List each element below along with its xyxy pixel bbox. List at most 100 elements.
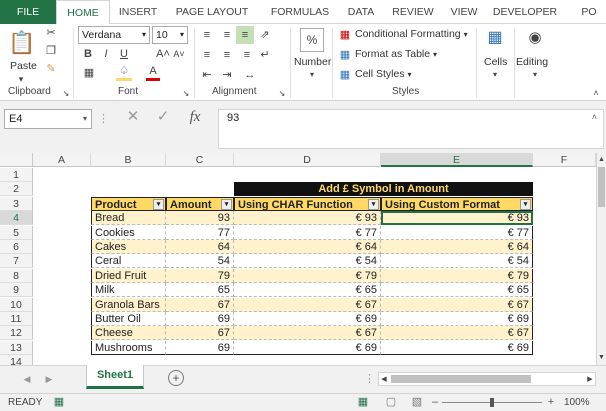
tab-insert[interactable]: INSERT: [112, 0, 164, 24]
format-as-table-icon[interactable]: ▦: [338, 48, 352, 62]
page-layout-view-icon[interactable]: ▢: [384, 395, 398, 409]
filter-dropdown-icon[interactable]: ▾: [520, 198, 531, 210]
paste-icon[interactable]: 📋: [8, 28, 35, 58]
table-cell[interactable]: Ceral: [91, 254, 166, 269]
table-cell[interactable]: 79: [166, 268, 234, 283]
increase-font-icon[interactable]: A˄: [156, 47, 170, 61]
table-cell[interactable]: € 77: [234, 225, 381, 240]
tab-home[interactable]: HOME: [56, 0, 110, 25]
table-cell[interactable]: 69: [166, 312, 234, 326]
paste-button[interactable]: Paste: [10, 60, 37, 72]
tab-review[interactable]: REVIEW: [386, 0, 440, 24]
table-cell[interactable]: € 67: [381, 326, 533, 341]
percent-icon[interactable]: %: [300, 28, 324, 52]
filter-dropdown-icon[interactable]: ▾: [153, 198, 164, 210]
row-header[interactable]: 8: [0, 268, 33, 283]
table-cell[interactable]: Bread: [91, 211, 166, 226]
column-header[interactable]: B: [91, 153, 166, 167]
zoom-level[interactable]: 100%: [564, 397, 590, 408]
chevron-down-icon[interactable]: ▾: [489, 68, 501, 82]
cut-icon[interactable]: ✂: [44, 26, 58, 40]
cells-button[interactable]: Cells: [484, 56, 507, 68]
table-cell[interactable]: 67: [166, 326, 234, 341]
row-header[interactable]: 12: [0, 326, 33, 341]
table-cell[interactable]: € 69: [234, 312, 381, 326]
more-options-icon[interactable]: ⋮: [364, 372, 375, 386]
table-cell[interactable]: Milk: [91, 283, 166, 298]
table-cell[interactable]: € 79: [381, 268, 533, 283]
normal-view-icon[interactable]: ▦: [356, 395, 370, 409]
increase-indent-icon[interactable]: ⇥: [220, 68, 234, 82]
italic-icon[interactable]: I: [100, 47, 112, 61]
table-cell[interactable]: 54: [166, 254, 234, 269]
insert-function-icon[interactable]: fx: [184, 110, 206, 125]
column-header[interactable]: D: [234, 153, 381, 167]
table-cell[interactable]: € 54: [234, 254, 381, 269]
table-header-cell[interactable]: Using Custom Format ▾: [381, 196, 533, 211]
cell-styles-button[interactable]: Cell Styles ▾: [355, 68, 412, 80]
dialog-launcher-icon[interactable]: ↘: [62, 87, 70, 101]
table-cell[interactable]: € 65: [234, 283, 381, 298]
table-cell[interactable]: Butter Oil: [91, 312, 166, 326]
name-box[interactable]: E4 ▾: [4, 109, 92, 129]
table-cell[interactable]: Cheese: [91, 326, 166, 341]
dialog-launcher-icon[interactable]: ↘: [278, 87, 286, 101]
row-header[interactable]: 13: [0, 340, 33, 355]
tab-page-layout[interactable]: PAGE LAYOUT: [166, 0, 258, 24]
row-header[interactable]: 4: [0, 211, 33, 226]
align-middle-icon[interactable]: ≡: [220, 28, 234, 42]
table-header-cell[interactable]: Amount ▾: [166, 196, 234, 211]
table-cell[interactable]: € 69: [381, 312, 533, 326]
confirm-icon[interactable]: ✓: [154, 109, 172, 124]
table-cell[interactable]: 77: [166, 225, 234, 240]
chevron-down-icon[interactable]: ▾: [306, 68, 318, 82]
table-header-cell[interactable]: Product ▾: [91, 196, 166, 211]
worksheet-grid[interactable]: A B C D E F 1 2 3 4 5 6 7 8 9 10 11 12 13 14 Add £ Sy…: [0, 153, 606, 370]
formula-input[interactable]: 93 ˄: [218, 109, 604, 149]
filter-dropdown-icon[interactable]: ▾: [368, 198, 379, 210]
zoom-slider-thumb[interactable]: [490, 398, 494, 407]
table-cell[interactable]: 69: [166, 340, 234, 355]
more-options-icon[interactable]: ⋮: [98, 112, 109, 126]
cancel-icon[interactable]: ✕: [124, 109, 142, 124]
table-cell[interactable]: 64: [166, 240, 234, 254]
align-right-icon[interactable]: ≡: [240, 48, 254, 62]
tab-view[interactable]: VIEW: [444, 0, 484, 24]
scroll-left-icon[interactable]: ◀: [379, 373, 389, 387]
table-cell[interactable]: € 54: [381, 254, 533, 269]
scroll-left-icon[interactable]: ◀: [22, 372, 32, 386]
font-size-select[interactable]: 10 ▾: [152, 26, 188, 44]
expand-formula-icon[interactable]: ˄: [592, 112, 597, 122]
wrap-text-icon[interactable]: ↵: [258, 48, 272, 62]
row-header[interactable]: 3: [0, 196, 33, 211]
zoom-in-icon[interactable]: +: [546, 395, 556, 409]
conditional-formatting-icon[interactable]: ▦: [338, 28, 352, 42]
copy-icon[interactable]: ❐: [44, 44, 58, 58]
scrollbar-thumb[interactable]: [598, 167, 605, 207]
table-cell[interactable]: € 64: [234, 240, 381, 254]
table-cell[interactable]: Cakes: [91, 240, 166, 254]
tab-formulas[interactable]: FORMULAS: [260, 0, 340, 24]
zoom-out-icon[interactable]: –: [430, 395, 440, 409]
editing-button[interactable]: Editing: [516, 56, 548, 68]
tab-power[interactable]: PO: [572, 0, 606, 24]
column-header[interactable]: C: [166, 153, 234, 167]
format-as-table-button[interactable]: Format as Table ▾: [355, 48, 437, 60]
row-header[interactable]: 6: [0, 240, 33, 254]
table-cell[interactable]: Granola Bars: [91, 297, 166, 312]
row-header[interactable]: 10: [0, 297, 33, 312]
zoom-slider[interactable]: [442, 398, 542, 407]
column-header-active[interactable]: E: [381, 153, 533, 167]
merged-header-cell[interactable]: Add £ Symbol in Amount: [234, 182, 533, 197]
decrease-indent-icon[interactable]: ⇤: [200, 68, 214, 82]
row-header[interactable]: 7: [0, 254, 33, 269]
table-cell[interactable]: € 67: [381, 297, 533, 312]
align-top-icon[interactable]: ≡: [200, 28, 214, 42]
scroll-down-icon[interactable]: ▼: [597, 351, 606, 365]
binoculars-icon[interactable]: ◉: [524, 28, 546, 50]
dialog-launcher-icon[interactable]: ↘: [182, 87, 190, 101]
table-cell[interactable]: € 93: [234, 211, 381, 226]
font-name-select[interactable]: Verdana ▾: [78, 26, 150, 44]
row-header[interactable]: 1: [0, 168, 33, 182]
table-cell[interactable]: € 65: [381, 283, 533, 298]
